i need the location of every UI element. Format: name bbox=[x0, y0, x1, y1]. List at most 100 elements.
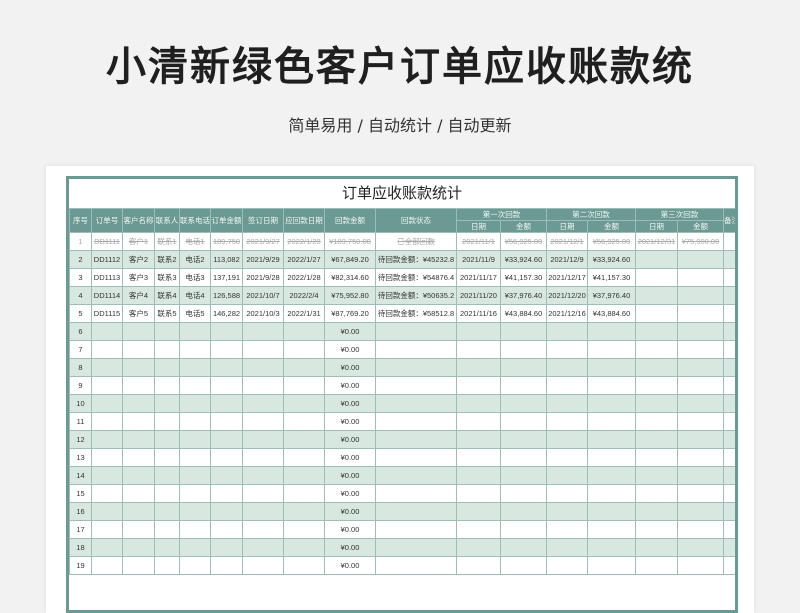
cell-note[interactable] bbox=[723, 538, 735, 557]
cell-first-date[interactable] bbox=[456, 358, 501, 377]
cell-second-money[interactable] bbox=[587, 466, 636, 485]
cell-customer[interactable] bbox=[122, 466, 155, 485]
cell-amount[interactable]: 137,191 bbox=[210, 268, 243, 287]
cell-note[interactable] bbox=[723, 394, 735, 413]
cell-order-no[interactable]: DD1114 bbox=[91, 286, 123, 305]
cell-first-money[interactable] bbox=[500, 358, 547, 377]
cell-contact[interactable]: 联系2 bbox=[154, 250, 180, 269]
cell-order-date[interactable] bbox=[242, 322, 284, 341]
cell-second-money[interactable] bbox=[587, 430, 636, 449]
cell-second-money[interactable] bbox=[587, 394, 636, 413]
cell-phone[interactable]: 电话2 bbox=[179, 250, 211, 269]
cell-order-date[interactable] bbox=[242, 394, 284, 413]
cell-status[interactable] bbox=[375, 520, 457, 539]
cell-due-date[interactable]: 2022/2/4 bbox=[283, 286, 325, 305]
cell-first-date[interactable]: 2021/11/20 bbox=[456, 286, 501, 305]
cell-phone[interactable] bbox=[179, 340, 211, 359]
cell-status[interactable] bbox=[375, 340, 457, 359]
cell-first-money[interactable] bbox=[500, 376, 547, 395]
cell-seq[interactable]: 2 bbox=[69, 250, 92, 269]
cell-note[interactable] bbox=[723, 466, 735, 485]
cell-received[interactable]: ¥75,952.80 bbox=[324, 286, 376, 305]
cell-customer[interactable] bbox=[122, 520, 155, 539]
cell-third-date[interactable] bbox=[635, 556, 678, 575]
cell-order-no[interactable] bbox=[91, 394, 123, 413]
cell-received[interactable]: ¥82,314.60 bbox=[324, 268, 376, 287]
cell-order-date[interactable] bbox=[242, 430, 284, 449]
cell-order-date[interactable] bbox=[242, 448, 284, 467]
cell-third-money[interactable] bbox=[677, 268, 724, 287]
cell-order-date[interactable] bbox=[242, 358, 284, 377]
cell-second-date[interactable] bbox=[546, 394, 588, 413]
cell-order-date[interactable] bbox=[242, 538, 284, 557]
cell-contact[interactable] bbox=[154, 466, 180, 485]
cell-third-date[interactable] bbox=[635, 340, 678, 359]
cell-status[interactable]: 待回款金额：¥58512.8 bbox=[375, 304, 457, 323]
cell-second-money[interactable] bbox=[587, 340, 636, 359]
cell-contact[interactable] bbox=[154, 556, 180, 575]
cell-due-date[interactable] bbox=[283, 430, 325, 449]
cell-second-money[interactable] bbox=[587, 538, 636, 557]
cell-amount[interactable] bbox=[210, 556, 243, 575]
cell-second-money[interactable]: ¥33,924.60 bbox=[587, 250, 636, 269]
cell-third-date[interactable] bbox=[635, 304, 678, 323]
cell-seq[interactable]: 12 bbox=[69, 430, 92, 449]
cell-received[interactable]: ¥0.00 bbox=[324, 520, 376, 539]
cell-seq[interactable]: 5 bbox=[69, 304, 92, 323]
cell-amount[interactable] bbox=[210, 484, 243, 503]
cell-seq[interactable]: 10 bbox=[69, 394, 92, 413]
cell-status[interactable]: 待回款金额：¥54876.4 bbox=[375, 268, 457, 287]
cell-status[interactable] bbox=[375, 484, 457, 503]
cell-second-date[interactable] bbox=[546, 322, 588, 341]
cell-customer[interactable]: 客户1 bbox=[122, 232, 155, 251]
cell-status[interactable] bbox=[375, 448, 457, 467]
cell-status[interactable] bbox=[375, 358, 457, 377]
cell-first-money[interactable] bbox=[500, 466, 547, 485]
cell-first-date[interactable]: 2021/11/9 bbox=[456, 250, 501, 269]
cell-due-date[interactable] bbox=[283, 376, 325, 395]
cell-due-date[interactable] bbox=[283, 448, 325, 467]
cell-status[interactable] bbox=[375, 502, 457, 521]
cell-amount[interactable] bbox=[210, 520, 243, 539]
cell-seq[interactable]: 9 bbox=[69, 376, 92, 395]
cell-second-date[interactable]: 2021/12/17 bbox=[546, 268, 588, 287]
cell-note[interactable] bbox=[723, 340, 735, 359]
cell-contact[interactable] bbox=[154, 502, 180, 521]
cell-customer[interactable] bbox=[122, 394, 155, 413]
cell-customer[interactable] bbox=[122, 502, 155, 521]
cell-contact[interactable] bbox=[154, 340, 180, 359]
cell-received[interactable]: ¥0.00 bbox=[324, 358, 376, 377]
cell-first-date[interactable] bbox=[456, 520, 501, 539]
cell-first-money[interactable] bbox=[500, 448, 547, 467]
cell-second-date[interactable] bbox=[546, 358, 588, 377]
cell-received[interactable]: ¥0.00 bbox=[324, 394, 376, 413]
cell-third-date[interactable] bbox=[635, 322, 678, 341]
cell-second-money[interactable]: ¥37,976.40 bbox=[587, 286, 636, 305]
cell-first-date[interactable] bbox=[456, 448, 501, 467]
cell-note[interactable] bbox=[723, 502, 735, 521]
cell-third-money[interactable] bbox=[677, 340, 724, 359]
cell-third-money[interactable] bbox=[677, 448, 724, 467]
cell-phone[interactable] bbox=[179, 430, 211, 449]
cell-amount[interactable]: 113,082 bbox=[210, 250, 243, 269]
cell-second-money[interactable] bbox=[587, 322, 636, 341]
cell-first-money[interactable] bbox=[500, 340, 547, 359]
cell-contact[interactable]: 联系3 bbox=[154, 268, 180, 287]
cell-first-money[interactable] bbox=[500, 322, 547, 341]
cell-first-money[interactable] bbox=[500, 502, 547, 521]
cell-received[interactable]: ¥0.00 bbox=[324, 466, 376, 485]
cell-amount[interactable]: 189,750 bbox=[210, 232, 243, 251]
cell-third-money[interactable] bbox=[677, 304, 724, 323]
cell-second-money[interactable] bbox=[587, 412, 636, 431]
cell-order-date[interactable] bbox=[242, 340, 284, 359]
cell-status[interactable] bbox=[375, 430, 457, 449]
cell-contact[interactable] bbox=[154, 484, 180, 503]
cell-phone[interactable] bbox=[179, 412, 211, 431]
cell-due-date[interactable]: 2022/1/31 bbox=[283, 304, 325, 323]
cell-first-date[interactable] bbox=[456, 502, 501, 521]
cell-third-date[interactable] bbox=[635, 376, 678, 395]
cell-third-date[interactable] bbox=[635, 250, 678, 269]
cell-order-no[interactable] bbox=[91, 448, 123, 467]
cell-status[interactable]: 已全部回款 bbox=[375, 232, 457, 251]
cell-amount[interactable] bbox=[210, 466, 243, 485]
